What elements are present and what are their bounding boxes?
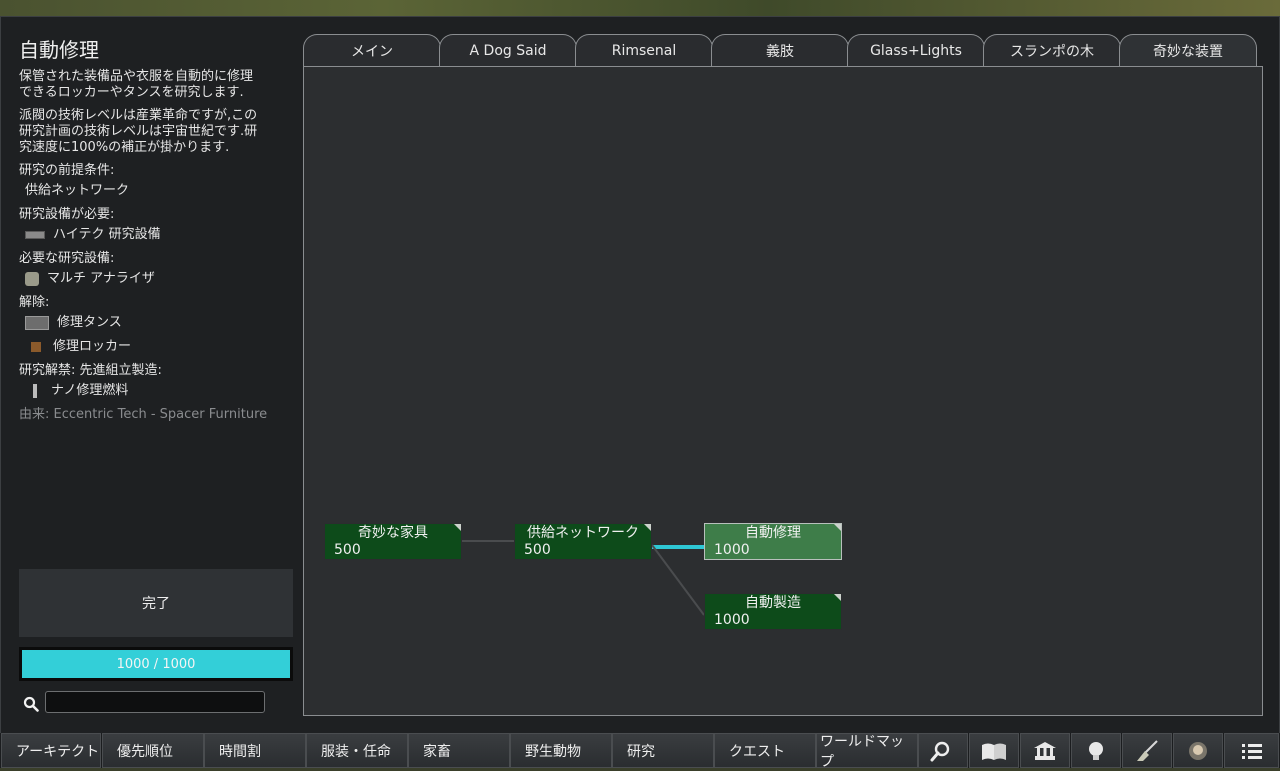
main-button-3[interactable]: 服装・任命 [306,733,408,768]
lightbulb-icon [1089,741,1103,760]
node-corner-marker [834,594,841,601]
research-details-pane: 自動修理 保管された装備品や衣服を自動的に修理 できるロッカーやタンスを研究しま… [19,33,291,423]
research-node[interactable]: 自動修理 1000 [704,523,842,560]
search-button[interactable] [918,733,968,768]
prerequisites-label: 研究の前提条件: [19,163,115,178]
bench-required-label: 研究設備が必要: [19,207,115,222]
research-node[interactable]: 自動製造 1000 [704,593,842,630]
recipe-unlock-label: 研究解禁: 先進組立製造: [19,363,162,378]
search-input[interactable] [45,691,265,713]
tab-6[interactable]: 奇妙な装置 [1119,34,1257,67]
research-node-name: 自動製造 [745,595,801,611]
progress-text: 1000 / 1000 [116,656,196,672]
main-button-5[interactable]: 野生動物 [510,733,612,768]
research-node-cost: 500 [334,542,361,558]
portrait-button[interactable] [1173,733,1223,768]
mod-source: 由来: Eccentric Tech - Spacer Furniture [19,407,268,422]
facility-item[interactable]: マルチ アナライザ [25,271,291,287]
menu-button[interactable] [1224,733,1279,768]
broom-icon [1137,739,1158,761]
repair-locker-icon [31,342,41,352]
main-button-2[interactable]: 時間割 [204,733,306,768]
repair-dresser-icon [25,316,49,330]
recipe-item-label: ナノ修理燃料 [51,383,129,398]
lightbulb-button[interactable] [1071,733,1121,768]
book-button[interactable] [969,733,1019,768]
research-node-name: 供給ネットワーク [527,525,639,541]
unlocks-label: 解除: [19,295,50,310]
unlock-item[interactable]: 修理タンス [25,315,291,331]
nano-fuel-icon [33,384,37,398]
research-window: 自動修理 保管された装備品や衣服を自動的に修理 できるロッカーやタンスを研究しま… [0,16,1280,734]
search-icon [23,696,39,712]
bench-item[interactable]: ハイテク 研究設備 [25,227,291,243]
portrait-icon [1189,741,1207,760]
research-node-name: 奇妙な家具 [358,525,428,541]
tab-4[interactable]: Glass+Lights [847,34,985,67]
main-button-bar: アーキテクト 優先順位 時間割 服装・任命 家畜 野生動物 研究 クエスト ワールドマップ [0,733,1280,770]
main-button-7[interactable]: クエスト [714,733,816,768]
prerequisite-item[interactable]: 供給ネットワーク [25,183,291,199]
research-node[interactable]: 供給ネットワーク 500 [514,523,652,560]
prerequisite-label: 供給ネットワーク [25,183,130,198]
node-corner-marker [644,524,651,531]
research-tree-view[interactable]: 奇妙な家具 500 供給ネットワーク 500 自動修理 1000 自動製造 1000 [303,66,1263,716]
history-icon [1034,741,1056,760]
tab-1[interactable]: A Dog Said [439,34,577,67]
recipe-item[interactable]: ナノ修理燃料 [25,383,291,399]
research-node-cost: 500 [524,542,551,558]
facility-required-label: 必要な研究設備: [19,251,115,266]
tab-strip: メイン A Dog Said Rimsenal 義肢 Glass+Lights スランポの… [303,34,1263,67]
research-title: 自動修理 [19,38,99,62]
broom-button[interactable] [1122,733,1172,768]
research-progress-bar: 1000 / 1000 [19,647,293,681]
menu-icon [1241,743,1262,759]
bench-item-label: ハイテク 研究設備 [53,227,161,242]
research-description: 保管された装備品や衣服を自動的に修理 できるロッカーやタンスを研究します. [19,69,254,100]
book-icon [982,743,1006,760]
unlock-item[interactable]: 修理ロッカー [25,339,291,355]
tab-5[interactable]: スランポの木 [983,34,1121,67]
tab-0[interactable]: メイン [303,34,441,67]
research-bench-icon [25,231,45,239]
unlock-item-label: 修理タンス [57,315,122,330]
main-button-1[interactable]: 優先順位 [102,733,204,768]
main-button-0[interactable]: アーキテクト [1,733,101,768]
facility-item-label: マルチ アナライザ [47,271,155,286]
multi-analyzer-icon [25,272,39,286]
research-node-cost: 1000 [714,542,750,558]
main-button-4[interactable]: 家畜 [408,733,510,768]
research-node-name: 自動修理 [745,525,801,541]
world-view-strip [0,0,1280,16]
tech-level-note: 派閥の技術レベルは産業革命ですが,この 研究計画の技術レベルは宇宙世紀です.研 … [19,108,258,155]
tree-link [651,544,705,616]
node-corner-marker [454,524,461,531]
main-button-8[interactable]: ワールドマップ [816,733,918,770]
done-button[interactable]: 完了 [19,569,293,637]
search-icon [930,741,950,761]
main-button-6[interactable]: 研究 [612,733,714,768]
tab-3[interactable]: 義肢 [711,34,849,67]
research-node-cost: 1000 [714,612,750,628]
node-corner-marker [834,524,841,531]
history-button[interactable] [1020,733,1070,768]
research-node[interactable]: 奇妙な家具 500 [324,523,462,560]
unlock-item-label: 修理ロッカー [53,339,132,354]
tab-2[interactable]: Rimsenal [575,34,713,67]
